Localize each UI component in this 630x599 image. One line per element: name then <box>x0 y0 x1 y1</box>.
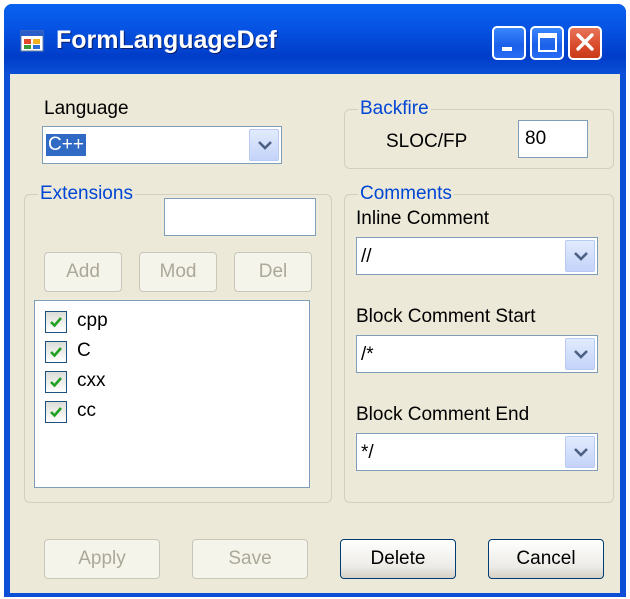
list-item-label: cpp <box>77 310 108 331</box>
chevron-down-icon <box>574 350 588 359</box>
comments-legend: Comments <box>358 183 454 205</box>
language-label: Language <box>44 98 129 119</box>
block-comment-start-label: Block Comment Start <box>356 306 536 327</box>
checkbox[interactable] <box>45 371 67 393</box>
language-select[interactable]: C++ <box>42 126 282 164</box>
checkbox[interactable] <box>45 401 67 423</box>
add-button[interactable]: Add <box>44 252 122 292</box>
save-button[interactable]: Save <box>192 539 308 579</box>
form-language-def-window: FormLanguageDef Language C++ Backfire SL… <box>4 4 626 597</box>
extensions-checked-list[interactable]: cpp C cxx cc <box>34 300 310 488</box>
maximize-icon <box>538 33 557 52</box>
checkbox[interactable] <box>45 341 67 363</box>
language-dropdown-button[interactable] <box>249 129 279 161</box>
checkmark-icon <box>50 407 62 418</box>
sloc-fp-value: 80 <box>525 128 547 149</box>
checkmark-icon <box>50 317 62 328</box>
chevron-down-icon <box>574 448 588 457</box>
list-item-label: cc <box>77 400 96 421</box>
block-comment-start-select[interactable]: /* <box>356 335 598 373</box>
delete-button[interactable]: Delete <box>340 539 456 579</box>
cancel-button[interactable]: Cancel <box>488 539 604 579</box>
app-window-icon <box>20 30 44 52</box>
close-button[interactable] <box>568 26 602 60</box>
mod-button[interactable]: Mod <box>139 252 217 292</box>
inline-comment-label: Inline Comment <box>356 208 490 229</box>
list-item-label: cxx <box>77 370 106 391</box>
chevron-down-icon <box>574 252 588 261</box>
maximize-button[interactable] <box>530 26 564 60</box>
window-title: FormLanguageDef <box>56 26 277 54</box>
sloc-fp-input[interactable]: 80 <box>518 120 588 158</box>
sloc-fp-label: SLOC/FP <box>386 131 468 152</box>
block-comment-end-select[interactable]: */ <box>356 433 598 471</box>
checkmark-icon <box>50 347 62 358</box>
list-item-label: C <box>77 340 91 361</box>
client-area: Language C++ Backfire SLOC/FP 80 Extensi… <box>10 74 620 593</box>
block-comment-end-dropdown-button[interactable] <box>565 436 595 468</box>
minimize-button[interactable] <box>492 26 526 60</box>
title-bar[interactable]: FormLanguageDef <box>4 4 626 74</box>
inline-comment-select[interactable]: // <box>356 237 598 275</box>
checkmark-icon <box>50 377 62 388</box>
extensions-legend: Extensions <box>38 183 135 205</box>
chevron-down-icon <box>258 141 272 150</box>
block-comment-end-value: */ <box>361 442 374 463</box>
block-comment-start-dropdown-button[interactable] <box>565 338 595 370</box>
block-comment-end-label: Block Comment End <box>356 404 530 425</box>
language-selected-value: C++ <box>46 134 86 156</box>
inline-comment-dropdown-button[interactable] <box>565 240 595 272</box>
del-button[interactable]: Del <box>234 252 312 292</box>
apply-button[interactable]: Apply <box>44 539 160 579</box>
minimize-icon <box>502 47 512 51</box>
backfire-legend: Backfire <box>358 98 431 120</box>
inline-comment-value: // <box>361 246 372 267</box>
block-comment-start-value: /* <box>361 344 374 365</box>
checkbox[interactable] <box>45 311 67 333</box>
close-icon <box>576 33 594 51</box>
extension-input[interactable] <box>164 198 316 236</box>
